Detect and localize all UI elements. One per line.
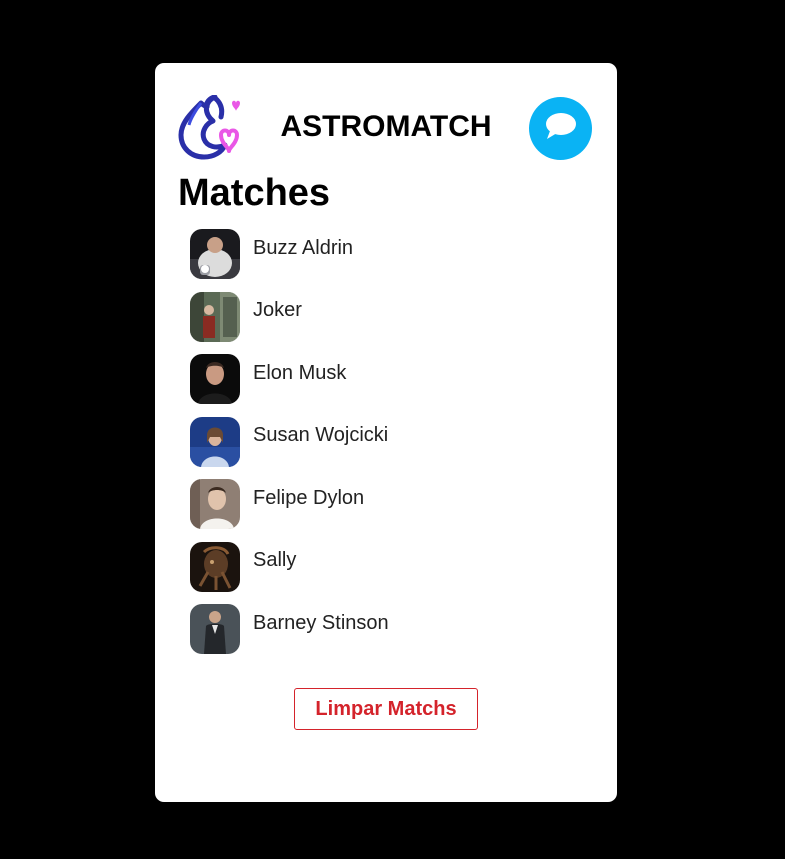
list-item-match[interactable]: Felipe Dylon [190, 479, 590, 529]
match-name: Elon Musk [253, 361, 347, 384]
match-name: Felipe Dylon [253, 486, 365, 509]
avatar [190, 291, 240, 342]
app-card: ASTROMATCH Matches Buzz Aldrin Joker Elo… [155, 63, 617, 802]
avatar [190, 354, 240, 404]
match-name: Buzz Aldrin [253, 236, 354, 259]
chat-button[interactable] [529, 97, 592, 160]
match-name: Susan Wojcicki [253, 424, 389, 446]
chat-bubble-icon [544, 111, 578, 146]
avatar [190, 416, 240, 467]
match-name: Sally [253, 549, 297, 571]
list-item-match[interactable]: Elon Musk [190, 354, 590, 404]
list-item-match[interactable]: Barney Stinson [190, 604, 590, 654]
match-name: Joker [253, 299, 302, 321]
page-title: Matches [178, 172, 331, 214]
list-item-match[interactable]: Buzz Aldrin [190, 229, 590, 279]
match-name: Barney Stinson [253, 611, 389, 634]
avatar [190, 479, 240, 529]
list-item-match[interactable]: Susan Wojcicki [190, 416, 590, 467]
avatar [190, 604, 240, 654]
avatar [190, 229, 240, 279]
list-item-match[interactable]: Sally [190, 541, 590, 592]
match-list: Buzz Aldrin Joker Elon Musk Susan Wojcic… [190, 229, 590, 667]
list-item-match[interactable]: Joker [190, 291, 590, 342]
clear-matches-button[interactable]: Limpar Matchs [294, 688, 478, 730]
app-header: ASTROMATCH [155, 63, 617, 173]
avatar [190, 541, 240, 592]
